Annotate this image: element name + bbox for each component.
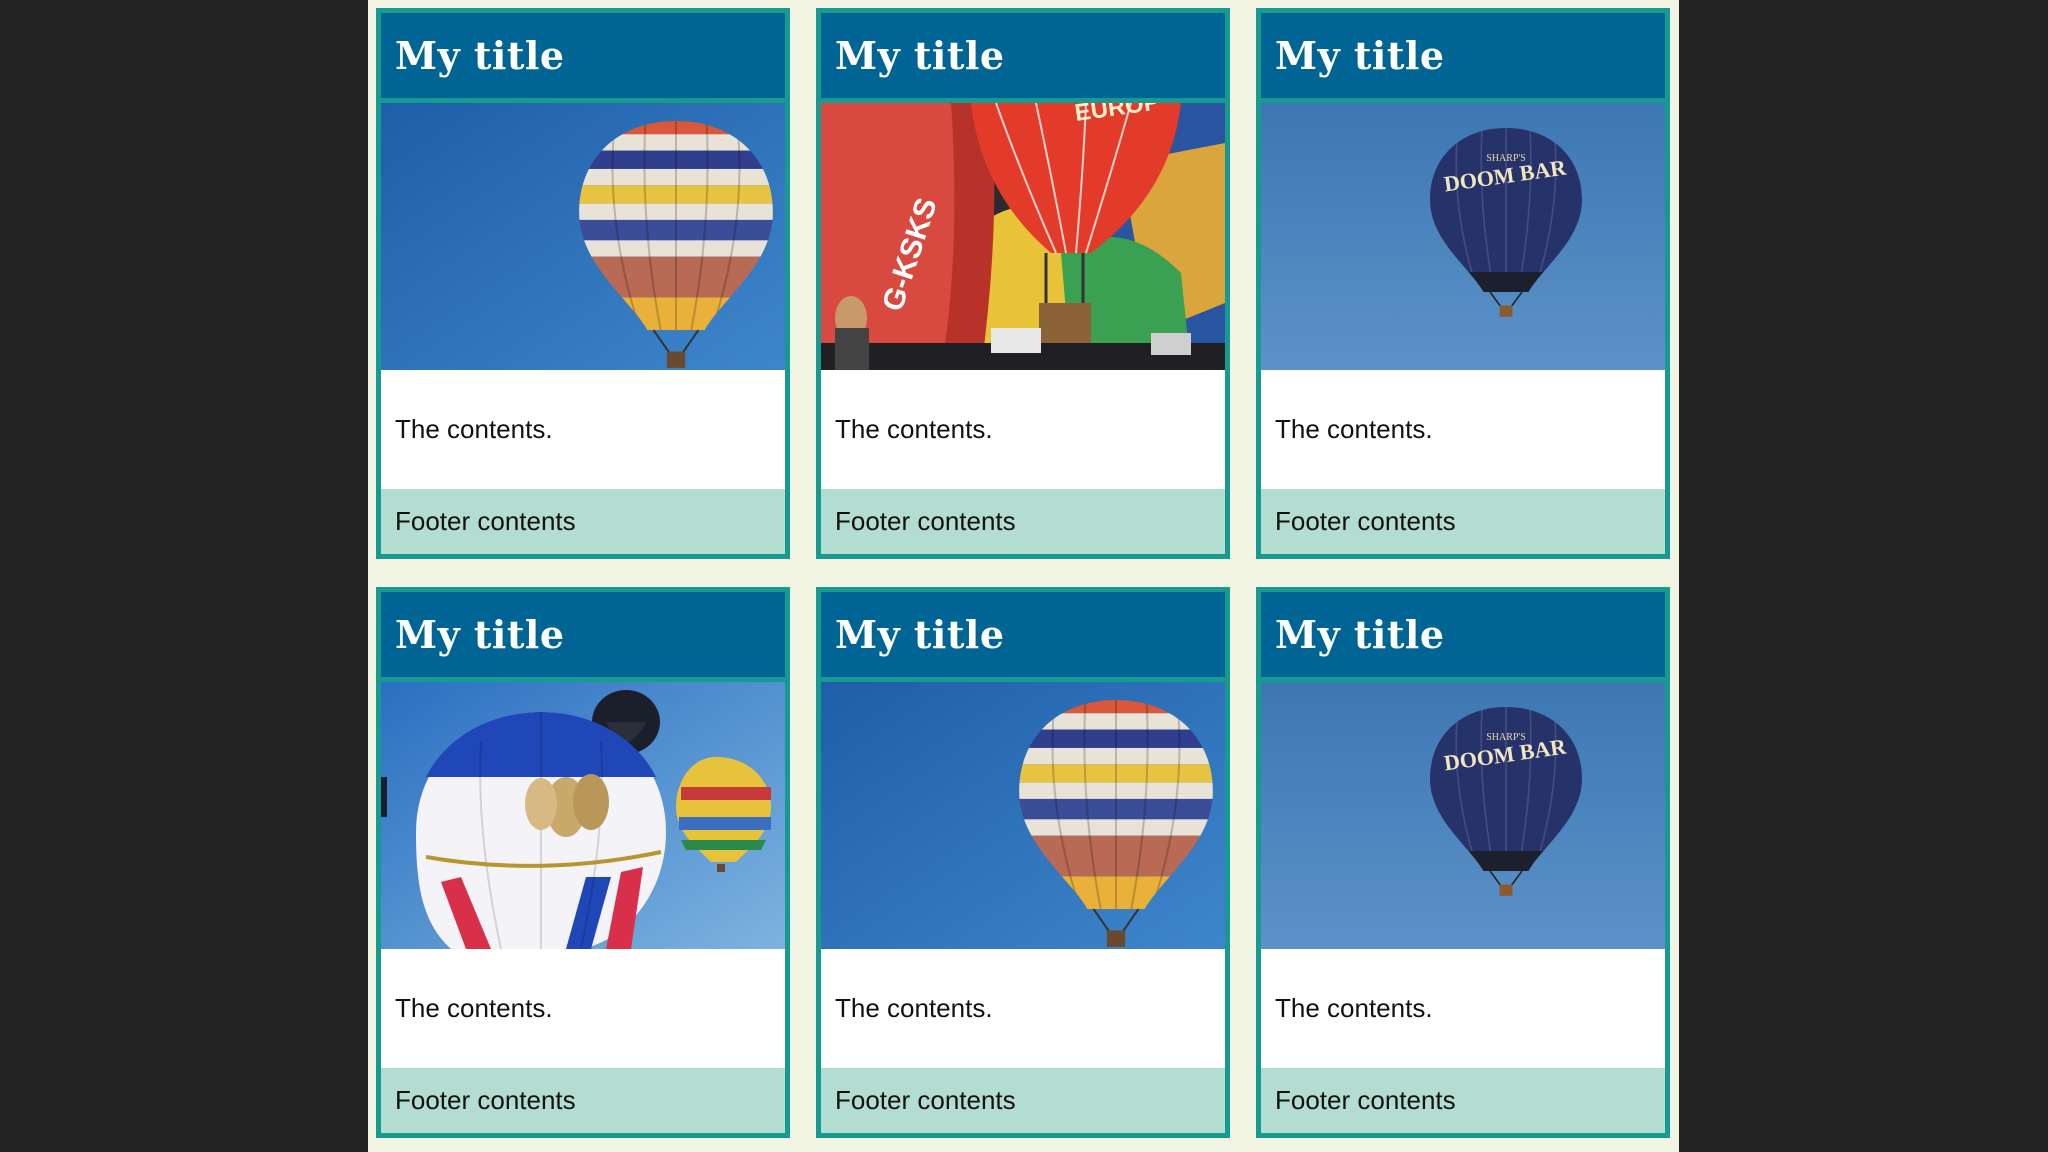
card-body: The contents. — [821, 949, 1225, 1068]
card-body: The contents. — [1261, 949, 1665, 1068]
card-footer: Footer contents — [381, 489, 785, 554]
card-footer-text: Footer contents — [1275, 506, 1456, 536]
card-title: My title — [1275, 33, 1445, 78]
card: My title The contents. Footer contents — [816, 587, 1230, 1138]
card-grid: My title The contents. Footer contents M… — [376, 8, 1670, 1138]
card-title: My title — [395, 612, 565, 657]
card-footer-text: Footer contents — [1275, 1085, 1456, 1115]
card-header: My title — [1261, 592, 1665, 682]
card-footer: Footer contents — [821, 1068, 1225, 1133]
card-header: My title — [821, 592, 1225, 682]
card-footer: Footer contents — [821, 489, 1225, 554]
card-footer: Footer contents — [1261, 1068, 1665, 1133]
striped-balloon-photo — [821, 682, 1225, 949]
card-footer-text: Footer contents — [835, 506, 1016, 536]
card: My title SHARP'S DOOM BAR The contents. … — [1256, 8, 1670, 559]
page-canvas: My title The contents. Footer contents M… — [368, 0, 1679, 1152]
card-footer: Footer contents — [1261, 489, 1665, 554]
multiple-balloons-photo — [381, 682, 785, 949]
card-footer-text: Footer contents — [395, 506, 576, 536]
card: My title SHARP'S DOOM BAR The contents. … — [1256, 587, 1670, 1138]
balloon-festival-photo: EUROP G-KSKS — [821, 103, 1225, 370]
card-title: My title — [835, 612, 1005, 657]
card-body: The contents. — [381, 370, 785, 489]
card: My title The contents. Footer contents — [376, 8, 790, 559]
card-footer-text: Footer contents — [395, 1085, 576, 1115]
striped-balloon-photo — [381, 103, 785, 370]
card-title: My title — [395, 33, 565, 78]
card-body-text: The contents. — [395, 414, 553, 444]
card-title: My title — [1275, 612, 1445, 657]
card: My title EUROP G-KSKS The contents. Foot… — [816, 8, 1230, 559]
card-body: The contents. — [821, 370, 1225, 489]
card-header: My title — [1261, 13, 1665, 103]
card-title: My title — [835, 33, 1005, 78]
card-footer: Footer contents — [381, 1068, 785, 1133]
card-body-text: The contents. — [1275, 993, 1433, 1023]
card-header: My title — [381, 592, 785, 682]
card-body: The contents. — [1261, 370, 1665, 489]
card-footer-text: Footer contents — [835, 1085, 1016, 1115]
doom-bar-balloon-photo: SHARP'S DOOM BAR — [1261, 682, 1665, 949]
card-header: My title — [381, 13, 785, 103]
card-body: The contents. — [381, 949, 785, 1068]
card-header: My title — [821, 13, 1225, 103]
card-body-text: The contents. — [835, 993, 993, 1023]
doom-bar-balloon-photo: SHARP'S DOOM BAR — [1261, 103, 1665, 370]
card-body-text: The contents. — [835, 414, 993, 444]
card: My title The contents. Footer contents — [376, 587, 790, 1138]
card-body-text: The contents. — [1275, 414, 1433, 444]
card-body-text: The contents. — [395, 993, 553, 1023]
